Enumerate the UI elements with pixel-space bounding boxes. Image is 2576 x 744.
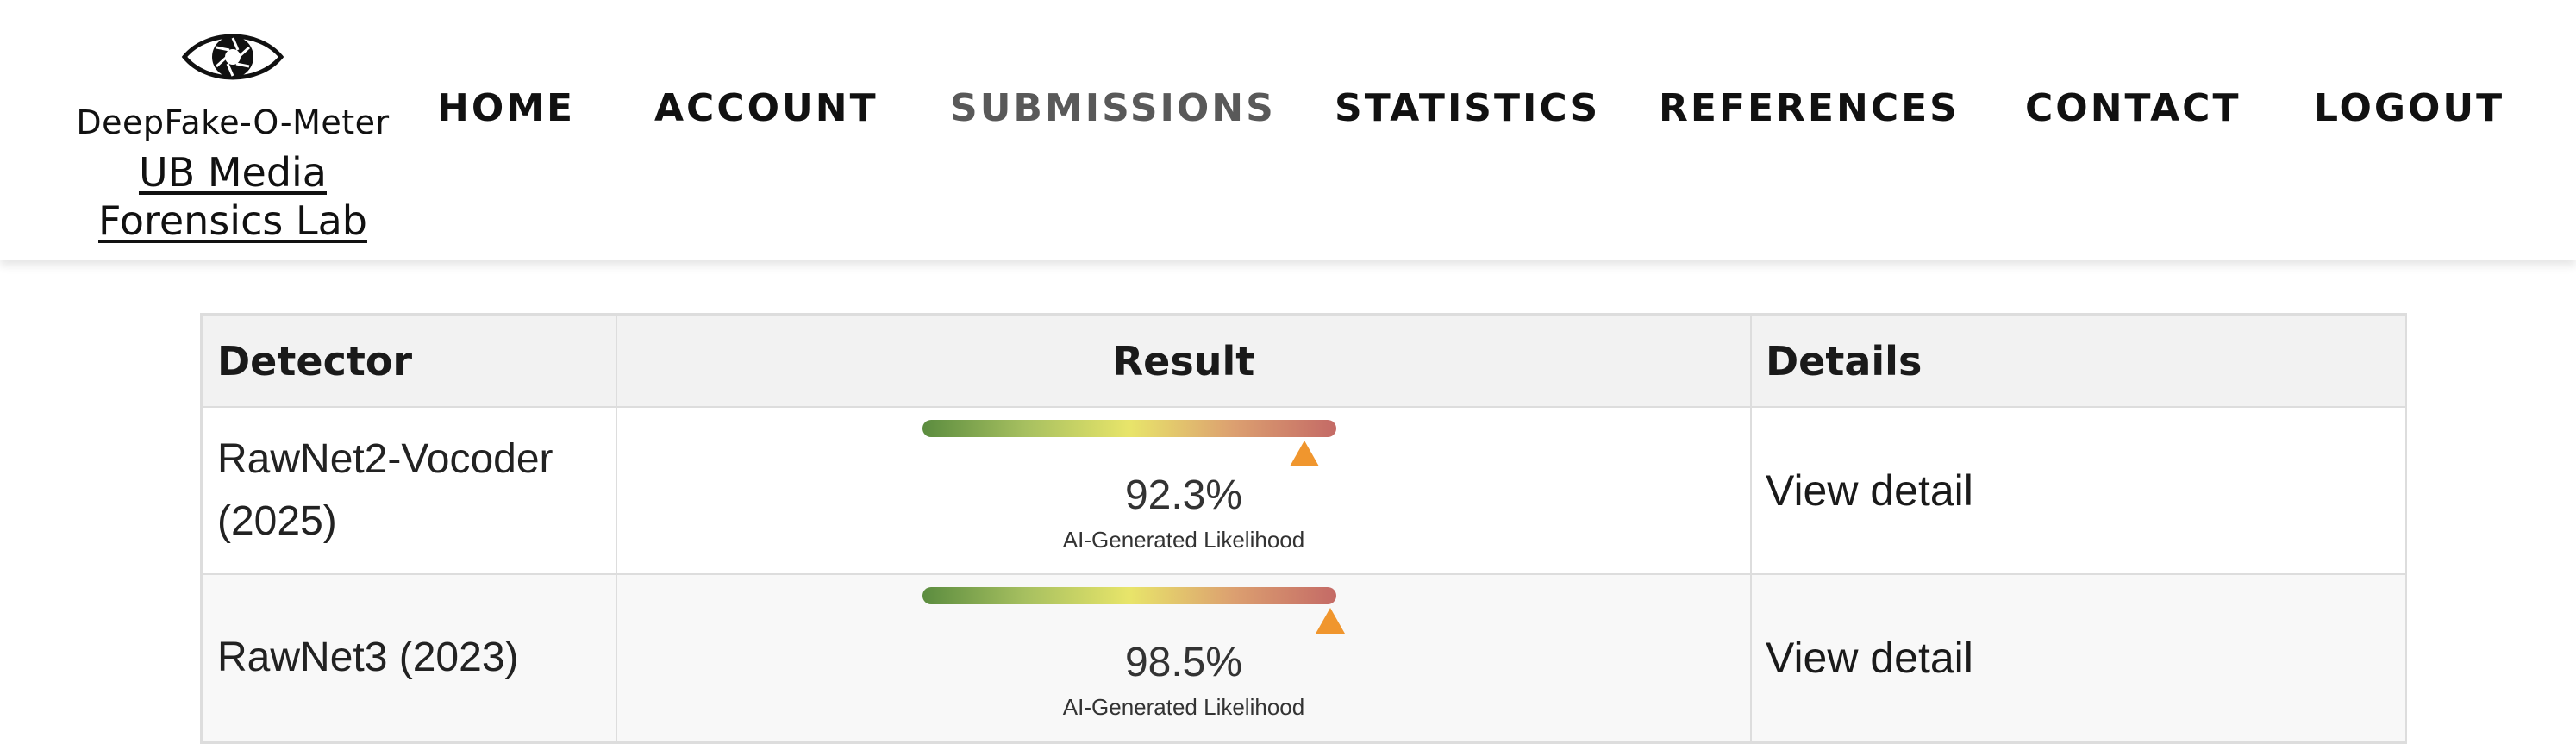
nav-account[interactable]: ACCOUNT	[654, 83, 878, 134]
results-table: Detector Result Details RawNet2-Vocoder …	[200, 313, 2407, 744]
nav-logout[interactable]: LOGOUT	[2314, 83, 2504, 134]
eye-aperture-icon	[181, 34, 284, 80]
nav-statistics[interactable]: STATISTICS	[1335, 83, 1600, 134]
likelihood-marker-icon	[1290, 441, 1320, 466]
nav-submissions[interactable]: SUBMISSIONS	[950, 83, 1276, 134]
header-details: Details	[1750, 315, 2407, 408]
detector-name: RawNet3 (2023)	[202, 573, 617, 742]
site-header: DeepFake-O-Meter UB Media Forensics Lab …	[0, 0, 2576, 260]
likelihood-caption: AI-Generated Likelihood	[1062, 527, 1305, 553]
detector-name: RawNet2-Vocoder (2025)	[202, 406, 617, 575]
likelihood-percent: 92.3%	[1124, 472, 1243, 518]
likelihood-marker-icon	[1315, 608, 1345, 634]
result-cell: 98.5% AI-Generated Likelihood	[616, 573, 1752, 742]
likelihood-meter	[922, 420, 1336, 437]
view-detail-link[interactable]: View detail	[1766, 634, 1973, 682]
likelihood-percent: 98.5%	[1124, 640, 1243, 685]
view-detail-link[interactable]: View detail	[1766, 466, 1973, 515]
nav-contact[interactable]: CONTACT	[2025, 83, 2241, 134]
likelihood-meter	[922, 587, 1336, 604]
nav-home[interactable]: HOME	[437, 83, 575, 134]
nav-references[interactable]: REFERENCES	[1659, 83, 1960, 134]
details-cell: View detail	[1750, 406, 2407, 575]
lab-link[interactable]: UB Media Forensics Lab	[69, 148, 397, 245]
header-detector: Detector	[202, 315, 617, 408]
table-row: RawNet3 (2023) 98.5% AI-Generated Likeli…	[202, 573, 2407, 742]
details-cell: View detail	[1750, 573, 2407, 742]
table-header-row: Detector Result Details	[202, 315, 2407, 408]
header-result: Result	[616, 315, 1752, 408]
table-row: RawNet2-Vocoder (2025) 92.3% AI-Generate…	[202, 406, 2407, 575]
main-nav: HOME ACCOUNT SUBMISSIONS STATISTICS REFE…	[0, 83, 2576, 134]
result-cell: 92.3% AI-Generated Likelihood	[616, 406, 1752, 575]
likelihood-caption: AI-Generated Likelihood	[1062, 694, 1305, 720]
